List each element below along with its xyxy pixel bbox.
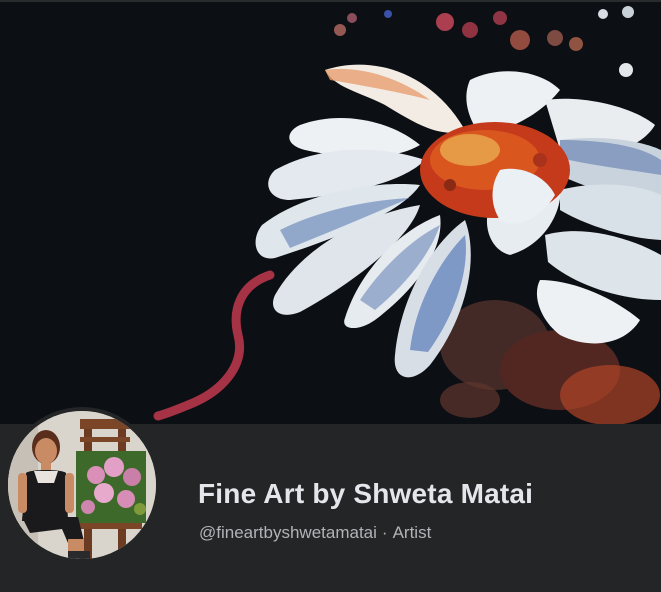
page-handle: @fineartbyshwetamatai xyxy=(199,523,377,542)
profile-photo-icon xyxy=(8,411,156,559)
avatar-ring xyxy=(4,407,160,563)
cover-photo[interactable] xyxy=(0,0,661,424)
page-category[interactable]: Artist xyxy=(393,523,432,542)
red-brush-stroke xyxy=(153,270,275,421)
avatar[interactable] xyxy=(8,411,156,559)
cover-painting xyxy=(153,6,661,424)
page-title[interactable]: Fine Art by Shweta Matai xyxy=(198,478,533,510)
page-subtitle: @fineartbyshwetamatai · Artist xyxy=(199,523,431,543)
top-speckles xyxy=(334,6,634,77)
meta-separator: · xyxy=(381,523,388,542)
